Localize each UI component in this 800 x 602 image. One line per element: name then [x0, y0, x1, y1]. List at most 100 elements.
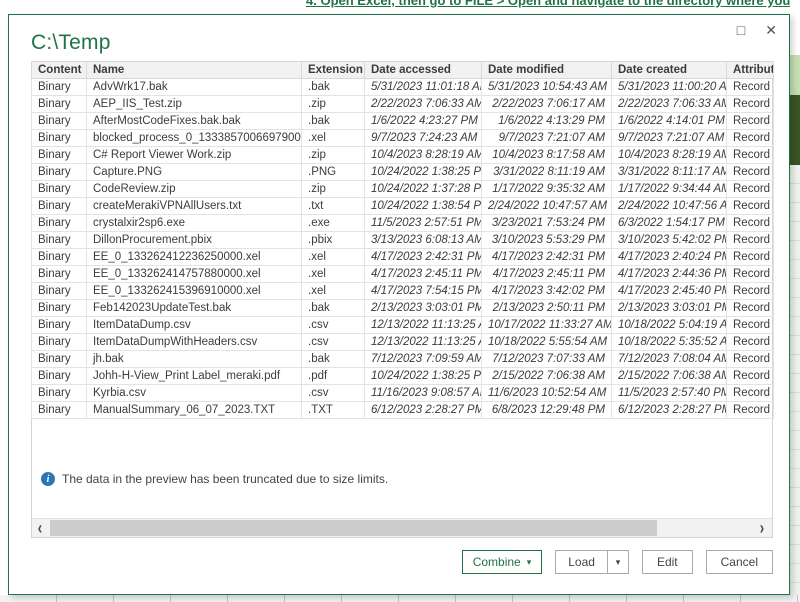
column-header-accessed: Date accessed	[365, 62, 482, 79]
table-header-row: ContentNameExtensionDate accessedDate mo…	[32, 62, 774, 79]
cell-extension: .pbix	[302, 232, 365, 249]
load-button[interactable]: Load	[555, 550, 607, 574]
cell-attributes: Record	[727, 402, 774, 419]
cell-created: 2/13/2023 3:03:01 PM	[612, 300, 727, 317]
cell-accessed: 7/12/2023 7:09:59 AM	[365, 351, 482, 368]
cell-accessed: 6/12/2023 2:28:27 PM	[365, 402, 482, 419]
cell-content: Binary	[32, 79, 87, 96]
cell-created: 6/3/2022 1:54:17 PM	[612, 215, 727, 232]
chevron-down-icon: ▾	[527, 558, 532, 567]
cell-content: Binary	[32, 147, 87, 164]
background-segment	[790, 55, 800, 95]
cell-modified: 2/15/2022 7:06:38 AM	[482, 368, 612, 385]
cell-name: AdvWrk17.bak	[87, 79, 302, 96]
scroll-left-icon[interactable]: ‹	[38, 516, 42, 540]
scrollbar-thumb[interactable]	[50, 520, 657, 536]
combine-button[interactable]: Combine ▾	[462, 550, 543, 574]
combine-button-label: Combine	[473, 555, 521, 569]
table-row: BinaryC# Report Viewer Work.zip.zip10/4/…	[32, 147, 774, 164]
cell-accessed: 11/16/2023 9:08:57 AM	[365, 385, 482, 402]
cell-extension: .exe	[302, 215, 365, 232]
cell-accessed: 5/31/2023 11:01:18 AM	[365, 79, 482, 96]
table-row: Binaryjh.bak.bak7/12/2023 7:09:59 AM7/12…	[32, 351, 774, 368]
background-segment	[790, 0, 800, 55]
cancel-button[interactable]: Cancel	[706, 550, 773, 574]
cell-name: ItemDataDumpWithHeaders.csv	[87, 334, 302, 351]
cell-extension: .xel	[302, 130, 365, 147]
close-icon[interactable]: ✕	[765, 21, 777, 39]
cell-accessed: 2/13/2023 3:03:01 PM	[365, 300, 482, 317]
cell-created: 1/6/2022 4:14:01 PM	[612, 113, 727, 130]
cell-extension: .bak	[302, 300, 365, 317]
cell-created: 10/4/2023 8:28:19 AM	[612, 147, 727, 164]
preview-pane: ContentNameExtensionDate accessedDate mo…	[31, 61, 773, 538]
cell-modified: 6/8/2023 12:29:48 PM	[482, 402, 612, 419]
cell-name: createMerakiVPNAllUsers.txt	[87, 198, 302, 215]
cell-content: Binary	[32, 368, 87, 385]
truncation-notice-text: The data in the preview has been truncat…	[62, 472, 388, 486]
table-row: BinaryKyrbia.csv.csv11/16/2023 9:08:57 A…	[32, 385, 774, 402]
cell-extension: .csv	[302, 334, 365, 351]
cell-created: 2/22/2023 7:06:33 AM	[612, 96, 727, 113]
background-document-text: 4. Open Excel, then go to FILE > Open an…	[306, 0, 790, 8]
cell-attributes: Record	[727, 351, 774, 368]
dialog-button-row: Combine ▾ Load ▾ Edit Cancel	[462, 550, 773, 574]
edit-button[interactable]: Edit	[642, 550, 693, 574]
cell-content: Binary	[32, 317, 87, 334]
table-row: BinaryEE_0_133262415396910000.xel.xel4/1…	[32, 283, 774, 300]
folder-preview-dialog: □ ✕ C:\Temp ContentNameExtensionDate acc…	[8, 14, 790, 595]
cell-content: Binary	[32, 351, 87, 368]
cell-accessed: 4/17/2023 2:42:31 PM	[365, 249, 482, 266]
cell-attributes: Record	[727, 334, 774, 351]
cell-name: crystalxir2sp6.exe	[87, 215, 302, 232]
cell-name: EE_0_133262414757880000.xel	[87, 266, 302, 283]
background-gridline-strip	[0, 595, 800, 602]
cell-modified: 4/17/2023 2:45:11 PM	[482, 266, 612, 283]
cell-name: Kyrbia.csv	[87, 385, 302, 402]
scroll-right-icon[interactable]: ›	[760, 516, 764, 540]
cell-accessed: 12/13/2022 11:13:25 AM	[365, 317, 482, 334]
cell-extension: .pdf	[302, 368, 365, 385]
cell-content: Binary	[32, 164, 87, 181]
cell-accessed: 10/24/2022 1:38:25 PM	[365, 164, 482, 181]
table-row: BinaryJohh-H-View_Print Label_meraki.pdf…	[32, 368, 774, 385]
cell-content: Binary	[32, 215, 87, 232]
file-preview-table: ContentNameExtensionDate accessedDate mo…	[31, 61, 774, 419]
cell-content: Binary	[32, 300, 87, 317]
cell-attributes: Record	[727, 79, 774, 96]
cell-modified: 11/6/2023 10:52:54 AM	[482, 385, 612, 402]
table-row: BinaryEE_0_133262412236250000.xel.xel4/1…	[32, 249, 774, 266]
cell-attributes: Record	[727, 198, 774, 215]
horizontal-scrollbar[interactable]: ‹ ›	[32, 518, 772, 537]
cell-accessed: 10/24/2022 1:37:28 PM	[365, 181, 482, 198]
cell-created: 6/12/2023 2:28:27 PM	[612, 402, 727, 419]
column-header-created: Date created	[612, 62, 727, 79]
background-segment	[790, 95, 800, 165]
cell-attributes: Record	[727, 113, 774, 130]
cell-content: Binary	[32, 96, 87, 113]
cell-accessed: 1/6/2022 4:23:27 PM	[365, 113, 482, 130]
cell-extension: .TXT	[302, 402, 365, 419]
cell-created: 5/31/2023 11:00:20 AM	[612, 79, 727, 96]
cell-modified: 1/17/2022 9:35:32 AM	[482, 181, 612, 198]
cell-modified: 4/17/2023 3:42:02 PM	[482, 283, 612, 300]
column-header-content: Content	[32, 62, 87, 79]
cell-extension: .csv	[302, 317, 365, 334]
cell-created: 11/5/2023 2:57:40 PM	[612, 385, 727, 402]
cell-attributes: Record	[727, 368, 774, 385]
cell-modified: 5/31/2023 10:54:43 AM	[482, 79, 612, 96]
load-dropdown-button[interactable]: ▾	[607, 550, 629, 574]
cell-content: Binary	[32, 130, 87, 147]
cell-extension: .zip	[302, 147, 365, 164]
cell-accessed: 12/13/2022 11:13:25 AM	[365, 334, 482, 351]
cell-accessed: 9/7/2023 7:24:23 AM	[365, 130, 482, 147]
cell-accessed: 10/24/2022 1:38:54 PM	[365, 198, 482, 215]
cell-created: 1/17/2022 9:34:44 AM	[612, 181, 727, 198]
maximize-icon[interactable]: □	[737, 21, 745, 39]
cell-modified: 3/10/2023 5:53:29 PM	[482, 232, 612, 249]
table-row: BinaryItemDataDumpWithHeaders.csv.csv12/…	[32, 334, 774, 351]
cell-name: AEP_IIS_Test.zip	[87, 96, 302, 113]
cell-created: 10/18/2022 5:04:19 AM	[612, 317, 727, 334]
cell-extension: .zip	[302, 96, 365, 113]
cell-attributes: Record	[727, 266, 774, 283]
